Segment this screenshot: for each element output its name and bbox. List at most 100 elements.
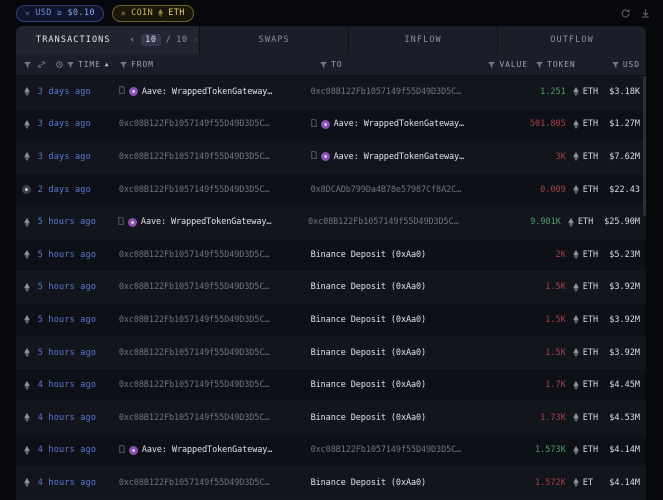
remove-usd-filter-icon[interactable]: × xyxy=(25,9,30,18)
row-token: ETH xyxy=(566,152,610,162)
tab-swaps-label: SWAPS xyxy=(258,35,290,45)
tab-swaps[interactable]: SWAPS xyxy=(200,26,350,54)
to-entity-label[interactable]: Binance Deposit (0xAa0) xyxy=(311,315,427,325)
header-usd[interactable]: USD xyxy=(586,60,646,69)
table-row[interactable]: 5 hours ago 0xc08B122Fb1057149f55D49D3D5C… xyxy=(16,336,646,370)
header-token[interactable]: TOKEN xyxy=(528,60,586,69)
download-icon[interactable] xyxy=(640,4,651,18)
row-token-symbol: ETH xyxy=(582,151,599,162)
copy-icon[interactable] xyxy=(119,86,125,97)
to-address[interactable]: 0xc08B122Fb1057149f55D49D3D5C… xyxy=(308,217,459,227)
to-entity-label[interactable]: Binance Deposit (0xAa0) xyxy=(311,413,427,423)
header-filter-all[interactable] xyxy=(16,61,38,68)
filter-chip-coin[interactable]: × COIN ETH xyxy=(111,4,194,22)
row-value: 9.901K xyxy=(530,217,561,228)
to-entity-label[interactable]: Binance Deposit (0xAa0) xyxy=(311,250,427,260)
table-row[interactable]: 4 hours ago 0xc08B122Fb1057149f55D49D3D5C… xyxy=(16,401,646,435)
row-from: Aave: WrappedTokenGateway… xyxy=(119,444,311,456)
row-value: 2K xyxy=(555,249,566,260)
next-page-button[interactable]: › xyxy=(193,35,200,45)
row-asset-icon xyxy=(16,478,38,488)
copy-icon[interactable] xyxy=(310,118,317,130)
from-address[interactable]: 0xc08B122Fb1057149f55D49D3D5C… xyxy=(119,413,270,423)
remove-coin-filter-icon[interactable]: × xyxy=(121,9,126,18)
row-from: 0xc08B122Fb1057149f55D49D3D5C… xyxy=(119,478,311,488)
row-time: 5 hours ago xyxy=(37,282,97,293)
row-asset-icon xyxy=(16,315,38,325)
to-entity-label[interactable]: Aave: WrappedTokenGateway… xyxy=(334,119,465,129)
table-row[interactable]: 5 hours ago Aave: WrappedTokenGateway… 0xc… xyxy=(16,206,646,239)
from-address[interactable]: 0xc08B122Fb1057149f55D49D3D5C… xyxy=(119,185,270,195)
from-address[interactable]: 0xc08B122Fb1057149f55D49D3D5C… xyxy=(119,282,270,292)
row-usd: $1.27M xyxy=(609,119,640,130)
header-value[interactable]: VALUE xyxy=(472,60,528,69)
row-usd: $3.18K xyxy=(609,86,640,97)
copy-icon[interactable] xyxy=(310,151,317,162)
row-token: ETH xyxy=(566,282,610,292)
table-row[interactable]: 5 hours ago 0xc08B122Fb1057149f55D49D3D5C… xyxy=(16,304,646,337)
from-entity-label[interactable]: Aave: WrappedTokenGateway… xyxy=(142,87,273,97)
top-right-actions xyxy=(620,4,651,18)
from-address[interactable]: 0xc08B122Fb1057149f55D49D3D5C… xyxy=(119,478,270,488)
from-address[interactable]: 0xc08B122Fb1057149f55D49D3D5C… xyxy=(119,152,270,162)
to-address[interactable]: 0xc08B122Fb1057149f55D49D3D5C… xyxy=(311,445,462,455)
to-entity-label[interactable]: Binance Deposit (0xAa0) xyxy=(311,478,427,488)
table-row[interactable]: 4 hours ago 0xc08B122Fb1057149f55D49D3D5C… xyxy=(16,467,646,500)
row-to: Binance Deposit (0xAa0) xyxy=(311,282,509,292)
from-entity-label[interactable]: Aave: WrappedTokenGateway… xyxy=(141,217,272,227)
to-address[interactable]: 0xc08B122Fb1057149f55D49D3D5C… xyxy=(311,87,462,97)
from-address[interactable]: 0xc08B122Fb1057149f55D49D3D5C… xyxy=(119,380,270,390)
row-token-symbol: ETH xyxy=(582,314,599,325)
row-time: 3 days ago xyxy=(37,119,91,130)
table-row[interactable]: 4 hours ago Aave: WrappedTokenGateway… 0xc… xyxy=(16,434,646,468)
copy-icon[interactable] xyxy=(118,216,124,228)
tab-outflow[interactable]: OUTFLOW xyxy=(498,26,646,54)
header-link-icon-cell[interactable] xyxy=(38,61,56,68)
row-usd: $3.92M xyxy=(609,314,640,325)
row-time: 4 hours ago xyxy=(37,380,97,391)
copy-icon[interactable] xyxy=(119,444,125,456)
table-row[interactable]: 4 hours ago 0xc08B122Fb1057149f55D49D3D5C… xyxy=(16,369,646,402)
filter-chip-usd[interactable]: × USD ≥ $0.10 xyxy=(16,4,104,22)
header-value-label: VALUE xyxy=(499,60,528,69)
table-row[interactable]: 5 hours ago 0xc08B122Fb1057149f55D49D3D5C… xyxy=(16,271,646,305)
from-entity-label[interactable]: Aave: WrappedTokenGateway… xyxy=(142,445,273,455)
from-address[interactable]: 0xc08B122Fb1057149f55D49D3D5C… xyxy=(119,348,270,358)
from-address[interactable]: 0xc08B122Fb1057149f55D49D3D5C… xyxy=(119,250,270,260)
to-address[interactable]: 0x8DCADb799Da4B78e57987Cf8A2C… xyxy=(311,185,462,195)
row-time: 4 hours ago xyxy=(37,445,97,456)
row-usd: $22.43 xyxy=(609,184,640,195)
row-from: 0xc08B122Fb1057149f55D49D3D5C… xyxy=(119,185,311,195)
to-entity-label[interactable]: Binance Deposit (0xAa0) xyxy=(311,380,427,390)
row-to: Binance Deposit (0xAa0) xyxy=(311,315,509,325)
table-row[interactable]: 3 days ago Aave: WrappedTokenGateway… 0xc0… xyxy=(16,76,646,109)
row-to: 0xc08B122Fb1057149f55D49D3D5C… xyxy=(308,217,504,227)
table-row[interactable]: 5 hours ago 0xc08B122Fb1057149f55D49D3D5C… xyxy=(16,238,646,272)
sort-asc-icon[interactable]: ▲ xyxy=(105,61,110,68)
refresh-icon[interactable] xyxy=(620,4,631,18)
row-to: Binance Deposit (0xAa0) xyxy=(311,380,509,390)
vertical-scrollbar[interactable] xyxy=(643,76,646,216)
prev-page-button[interactable]: ‹ xyxy=(130,35,137,45)
to-entity-label[interactable]: Binance Deposit (0xAa0) xyxy=(311,348,427,358)
header-time[interactable]: TIME ▲ xyxy=(56,60,120,69)
table-row[interactable]: 3 days ago 0xc08B122Fb1057149f55D49D3D5C…… xyxy=(16,108,646,142)
row-value: 501.805 xyxy=(529,119,566,130)
aave-badge-icon xyxy=(128,87,138,97)
tab-transactions[interactable]: TRANSACTIONS ‹ 10 / 10 › xyxy=(16,26,201,54)
tab-inflow[interactable]: INFLOW xyxy=(349,26,499,54)
header-usd-label: USD xyxy=(622,60,640,69)
table-row[interactable]: 3 days ago 0xc08B122Fb1057149f55D49D3D5C…… xyxy=(16,141,646,174)
tab-transactions-label: TRANSACTIONS xyxy=(36,35,111,45)
header-to[interactable]: TO xyxy=(320,60,472,69)
usd-filter-icon xyxy=(611,61,619,68)
row-from: 0xc08B122Fb1057149f55D49D3D5C… xyxy=(119,413,311,423)
row-to: Binance Deposit (0xAa0) xyxy=(311,413,509,423)
from-address[interactable]: 0xc08B122Fb1057149f55D49D3D5C… xyxy=(119,315,270,325)
from-address[interactable]: 0xc08B122Fb1057149f55D49D3D5C… xyxy=(119,119,270,129)
header-from[interactable]: FROM xyxy=(120,60,320,69)
table-row[interactable]: 2 days ago 0xc08B122Fb1057149f55D49D3D5C…… xyxy=(16,173,646,207)
to-entity-label[interactable]: Binance Deposit (0xAa0) xyxy=(311,282,427,292)
row-value: 0.009 xyxy=(540,184,566,195)
to-entity-label[interactable]: Aave: WrappedTokenGateway… xyxy=(334,152,465,162)
